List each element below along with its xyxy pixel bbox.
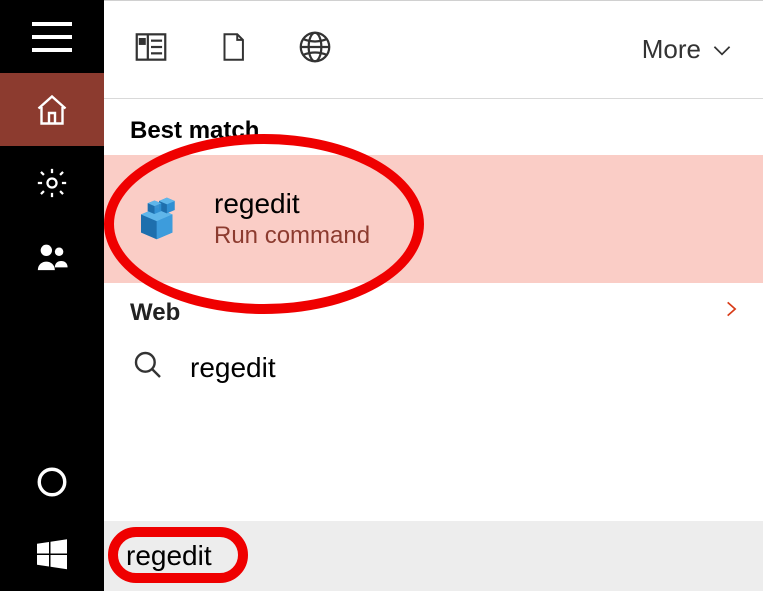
search-input[interactable] bbox=[126, 540, 763, 572]
filter-news-button[interactable] bbox=[132, 28, 170, 71]
sidebar-menu-button[interactable] bbox=[0, 0, 104, 73]
best-match-title: regedit bbox=[214, 188, 370, 220]
web-section-header[interactable]: Web bbox=[104, 283, 763, 339]
sidebar-settings-button[interactable] bbox=[0, 146, 104, 219]
best-match-heading: Best match bbox=[104, 99, 763, 155]
chevron-right-icon bbox=[721, 295, 741, 331]
sidebar-cortana-button[interactable] bbox=[0, 445, 104, 518]
hamburger-icon bbox=[32, 22, 72, 52]
more-filters-button[interactable]: More bbox=[642, 34, 735, 65]
sidebar-start-button[interactable] bbox=[0, 518, 104, 591]
search-results-panel: More Best match bbox=[104, 0, 763, 591]
sidebar bbox=[0, 0, 104, 591]
best-match-subtitle: Run command bbox=[214, 222, 370, 250]
web-heading: Web bbox=[130, 299, 180, 327]
chevron-down-icon bbox=[709, 37, 735, 63]
web-result-query: regedit bbox=[190, 352, 276, 384]
people-icon bbox=[35, 239, 69, 273]
search-icon bbox=[132, 349, 164, 386]
filter-document-button[interactable] bbox=[216, 28, 250, 71]
sidebar-home-button[interactable] bbox=[0, 73, 104, 146]
sidebar-people-button[interactable] bbox=[0, 219, 104, 292]
registry-icon bbox=[132, 192, 186, 246]
cortana-icon bbox=[35, 465, 69, 499]
filter-bar: More bbox=[104, 1, 763, 99]
web-result-row[interactable]: regedit bbox=[104, 339, 763, 396]
best-match-result[interactable]: regedit Run command bbox=[104, 155, 763, 283]
windows-logo-icon bbox=[34, 537, 70, 573]
gear-icon bbox=[35, 166, 69, 200]
more-label: More bbox=[642, 34, 701, 65]
search-bar[interactable] bbox=[104, 521, 763, 591]
home-icon bbox=[34, 92, 70, 128]
filter-web-button[interactable] bbox=[296, 28, 334, 71]
